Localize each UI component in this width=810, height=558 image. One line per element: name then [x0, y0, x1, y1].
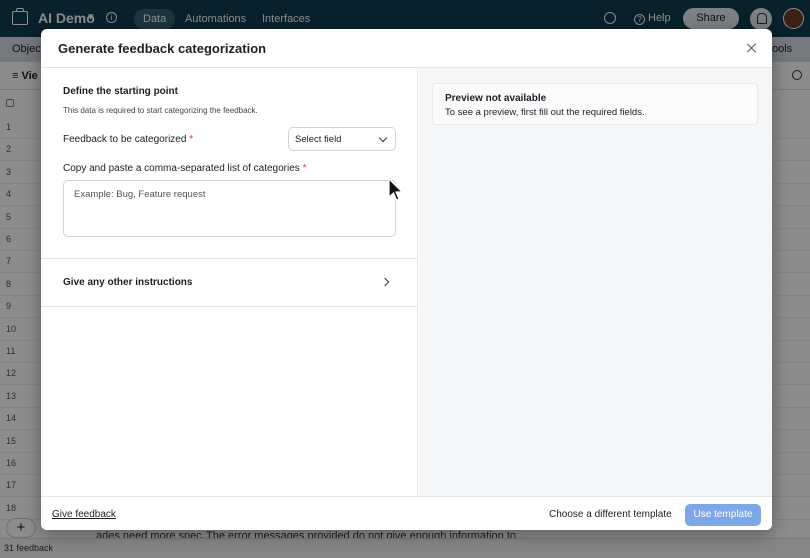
other-instructions-row[interactable]: Give any other instructions [41, 259, 418, 306]
categories-label-text: Copy and paste a comma-separated list of… [63, 163, 300, 174]
dialog-footer: Give feedback Choose a different templat… [41, 496, 772, 530]
close-icon[interactable] [745, 41, 759, 55]
give-feedback-link[interactable]: Give feedback [52, 509, 116, 520]
section-title: Define the starting point [63, 86, 178, 97]
categories-field-label: Copy and paste a comma-separated list of… [63, 163, 306, 174]
dialog-header: Generate feedback categorization [41, 29, 772, 68]
mouse-cursor-icon [388, 178, 404, 201]
required-marker: * [302, 163, 307, 174]
divider [41, 306, 418, 307]
preview-title: Preview not available [445, 93, 547, 104]
section-subtitle: This data is required to start categoriz… [63, 106, 258, 115]
preview-pane: Preview not available To see a preview, … [419, 68, 772, 496]
chevron-right-icon [380, 277, 390, 287]
choose-different-template-button[interactable]: Choose a different template [549, 509, 672, 520]
preview-text: To see a preview, first fill out the req… [445, 107, 645, 118]
dialog-title: Generate feedback categorization [58, 41, 267, 56]
use-template-button[interactable]: Use template [685, 504, 761, 526]
config-pane: Define the starting point This data is r… [41, 68, 418, 496]
preview-notice: Preview not available To see a preview, … [432, 83, 758, 125]
generate-categorization-dialog: Generate feedback categorization Define … [41, 29, 772, 530]
instructions-label: Give any other instructions [63, 277, 193, 288]
required-marker: * [189, 134, 194, 145]
categories-input[interactable] [63, 180, 396, 237]
feedback-field-select[interactable]: Select field [288, 127, 396, 151]
feedback-label-text: Feedback to be categorized [63, 134, 187, 145]
feedback-field-label: Feedback to be categorized * [63, 134, 193, 145]
chevron-down-icon [378, 133, 388, 143]
select-value: Select field [295, 134, 342, 145]
